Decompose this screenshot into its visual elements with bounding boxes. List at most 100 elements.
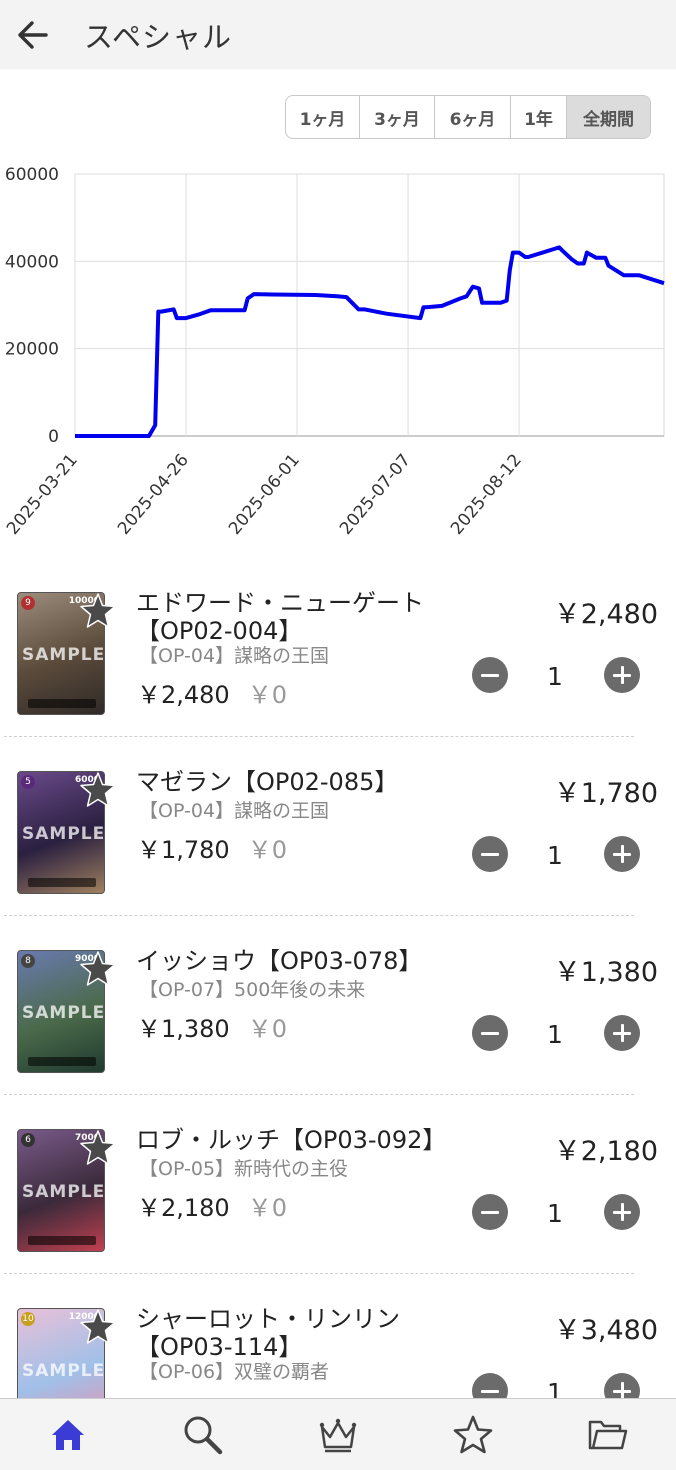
- card-set: 【OP-04】謀略の王国: [139, 800, 330, 822]
- sample-watermark: SAMPLE: [22, 1003, 105, 1023]
- card-cost-badge: 10: [21, 1312, 35, 1326]
- price-row: ￥1,780 ￥0: [137, 830, 287, 865]
- card-set: 【OP-05】新時代の主役: [139, 1158, 349, 1180]
- card-set: 【OP-04】謀略の王国: [139, 645, 330, 667]
- sample-watermark: SAMPLE: [22, 1361, 105, 1381]
- favorite-star-icon: [80, 1309, 116, 1344]
- item-divider: [4, 915, 634, 916]
- quantity-value: 1: [547, 662, 563, 691]
- increment-button[interactable]: [604, 1194, 640, 1230]
- card-list-item[interactable]: 5 6000 SAMPLE マゼラン【OP02-085】 【OP-04】謀略の王…: [0, 759, 676, 938]
- card-name: シャーロット・リンリン 【OP03-114】: [136, 1305, 400, 1361]
- card-nameplate: [28, 1236, 96, 1245]
- favorite-button[interactable]: [78, 770, 118, 810]
- price-row: ￥1,380 ￥0: [137, 1009, 287, 1044]
- favorite-star-icon: [80, 593, 116, 628]
- sell-price: ￥0: [247, 1015, 287, 1043]
- increment-button[interactable]: [604, 1373, 640, 1398]
- buy-price: ￥2,180: [137, 1194, 230, 1222]
- crown-icon: [319, 1418, 357, 1452]
- tab-ranking[interactable]: [270, 1399, 405, 1470]
- y-tick-label: 60000: [5, 165, 59, 185]
- favorite-star-icon: [80, 951, 116, 986]
- decrement-button[interactable]: [472, 657, 508, 693]
- back-button[interactable]: [0, 0, 66, 69]
- card-cost-badge: 8: [21, 954, 35, 968]
- item-divider: [4, 736, 634, 737]
- price-row: ￥2,480 ￥0: [137, 675, 287, 710]
- item-total: ￥1,380: [553, 957, 658, 988]
- folder-icon: [589, 1420, 628, 1449]
- quantity-value: 1: [547, 1020, 563, 1049]
- sell-price: ￥0: [247, 1194, 287, 1222]
- tab-collection[interactable]: [541, 1399, 676, 1470]
- favorite-button[interactable]: [78, 949, 118, 989]
- card-list-item[interactable]: 9 10000 SAMPLE エドワード・ニューゲート 【OP02-004】 【…: [0, 580, 676, 759]
- card-name: イッショウ【OP03-078】: [136, 947, 423, 975]
- card-nameplate: [28, 1057, 96, 1066]
- tab-home[interactable]: [0, 1399, 135, 1470]
- sell-price: ￥0: [247, 836, 287, 864]
- card-set: 【OP-07】500年後の未来: [139, 979, 366, 1001]
- card-list: 9 10000 SAMPLE エドワード・ニューゲート 【OP02-004】 【…: [0, 580, 676, 1398]
- search-icon: [184, 1416, 223, 1454]
- y-tick-label: 0: [48, 427, 59, 447]
- x-tick-label: 2025-07-07: [336, 450, 415, 539]
- item-total: ￥1,780: [553, 778, 658, 809]
- decrement-button[interactable]: [472, 1373, 508, 1398]
- tab-search[interactable]: [135, 1399, 270, 1470]
- sample-watermark: SAMPLE: [22, 645, 105, 665]
- favorite-button[interactable]: [78, 1307, 118, 1347]
- price-line: [75, 245, 665, 438]
- range-1-year-button[interactable]: 1年: [511, 96, 567, 138]
- card-nameplate: [28, 699, 96, 708]
- sample-watermark: SAMPLE: [22, 1182, 105, 1202]
- card-list-item[interactable]: 6 7000 SAMPLE ロブ・ルッチ【OP03-092】 【OP-05】新時…: [0, 1117, 676, 1296]
- item-total: ￥2,480: [553, 599, 658, 630]
- card-name: マゼラン【OP02-085】: [136, 768, 399, 796]
- card-name: エドワード・ニューゲート 【OP02-004】: [136, 589, 424, 645]
- range-1-month-button[interactable]: 1ヶ月: [286, 96, 360, 138]
- back-arrow-icon: [18, 20, 48, 49]
- decrement-button[interactable]: [472, 1015, 508, 1051]
- sample-watermark: SAMPLE: [22, 824, 105, 844]
- page-title: スペシャル: [84, 19, 232, 54]
- quantity-value: 1: [547, 841, 563, 870]
- item-total: ￥2,180: [553, 1136, 658, 1167]
- card-set: 【OP-06】双璧の覇者: [139, 1361, 330, 1383]
- x-tick-label: 2025-04-26: [114, 450, 193, 539]
- item-divider: [4, 1094, 634, 1095]
- range-3-months-button[interactable]: 3ヶ月: [360, 96, 435, 138]
- y-tick-label: 20000: [5, 340, 59, 360]
- star-icon: [453, 1415, 493, 1453]
- tab-favorites[interactable]: [406, 1399, 541, 1470]
- increment-button[interactable]: [604, 657, 640, 693]
- range-all-button[interactable]: 全期間: [567, 96, 650, 138]
- home-icon: [51, 1419, 84, 1450]
- decrement-button[interactable]: [472, 836, 508, 872]
- card-name: ロブ・ルッチ【OP03-092】: [136, 1126, 447, 1154]
- favorite-button[interactable]: [78, 1128, 118, 1168]
- card-cost-badge: 6: [21, 1133, 35, 1147]
- card-list-item[interactable]: 10 12000 SAMPLE シャーロット・リンリン 【OP03-114】 【…: [0, 1296, 676, 1398]
- quantity-value: 1: [547, 1199, 563, 1228]
- card-cost-badge: 5: [21, 775, 35, 789]
- buy-price: ￥2,480: [137, 681, 230, 709]
- app-header: スペシャル: [0, 0, 676, 69]
- favorite-star-icon: [80, 772, 116, 807]
- sell-price: ￥0: [247, 681, 287, 709]
- range-6-months-button[interactable]: 6ヶ月: [435, 96, 511, 138]
- favorite-star-icon: [80, 1130, 116, 1165]
- plot-area: [74, 173, 665, 437]
- period-selector: 1ヶ月 3ヶ月 6ヶ月 1年 全期間: [285, 95, 651, 139]
- y-tick-label: 40000: [5, 252, 59, 272]
- price-row: ￥3,480￥0: [137, 1391, 287, 1398]
- increment-button[interactable]: [604, 836, 640, 872]
- decrement-button[interactable]: [472, 1194, 508, 1230]
- favorite-button[interactable]: [78, 591, 118, 631]
- card-nameplate: [28, 878, 96, 887]
- bottom-tab-bar: [0, 1398, 676, 1470]
- increment-button[interactable]: [604, 1015, 640, 1051]
- card-list-item[interactable]: 8 9000 SAMPLE イッショウ【OP03-078】 【OP-07】500…: [0, 938, 676, 1117]
- buy-price: ￥1,780: [137, 836, 230, 864]
